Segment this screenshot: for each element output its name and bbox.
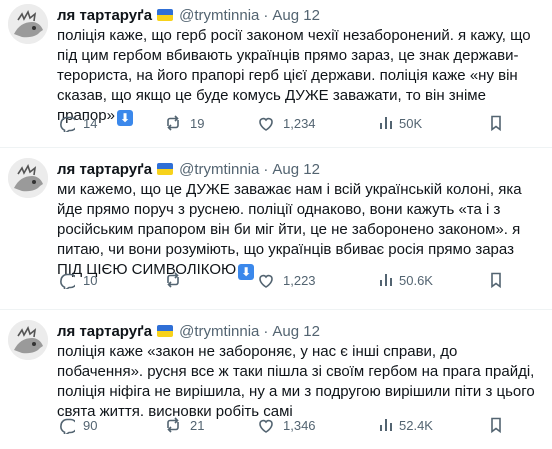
reply-icon xyxy=(60,418,75,434)
tweet[interactable]: ля тартаруґа @trymtinnia · Aug 12 поліці… xyxy=(0,310,552,449)
retweet-icon xyxy=(167,115,179,131)
display-name[interactable]: ля тартаруґа xyxy=(57,323,152,340)
user-handle[interactable]: @trymtinnia xyxy=(179,7,259,24)
tweet-body: поліція каже «закон не забороняє, у нас … xyxy=(57,342,537,422)
bookmark-icon xyxy=(491,115,501,131)
like-count: 1,234 xyxy=(283,115,316,131)
like-count: 1,346 xyxy=(283,417,316,433)
retweet-button[interactable] xyxy=(164,271,257,289)
retweet-button[interactable]: 19 xyxy=(164,114,257,132)
like-icon xyxy=(259,419,273,433)
reply-button[interactable]: 90 xyxy=(57,416,164,434)
separator-dot: · xyxy=(263,322,269,340)
reply-icon xyxy=(60,273,75,289)
tweet-date[interactable]: Aug 12 xyxy=(272,161,320,178)
tweet[interactable]: ля тартаруґа @trymtinnia · Aug 12 поліці… xyxy=(0,0,552,148)
ukraine-flag-emoji xyxy=(157,163,174,175)
tweet-actions: 14 19 1,234 50K xyxy=(57,114,511,132)
like-button[interactable]: 1,234 xyxy=(257,114,377,132)
tweet-date[interactable]: Aug 12 xyxy=(272,7,320,24)
ukraine-flag-emoji xyxy=(157,9,174,21)
reply-count: 90 xyxy=(83,417,98,433)
display-name[interactable]: ля тартаруґа xyxy=(57,7,152,24)
display-name[interactable]: ля тартаруґа xyxy=(57,161,152,178)
tweet-date[interactable]: Aug 12 xyxy=(272,323,320,340)
views-button[interactable]: 50K xyxy=(377,114,487,132)
views-icon xyxy=(380,116,392,130)
ukraine-flag-emoji xyxy=(157,325,174,337)
separator-dot: · xyxy=(263,6,269,24)
views-button[interactable]: 52.4K xyxy=(377,416,487,434)
like-button[interactable]: 1,346 xyxy=(257,416,377,434)
bookmark-icon xyxy=(491,417,501,433)
separator-dot: · xyxy=(263,160,269,178)
user-handle[interactable]: @trymtinnia xyxy=(179,323,259,340)
like-count: 1,223 xyxy=(283,272,316,288)
retweet-count: 19 xyxy=(190,115,205,131)
tweet-text: поліція каже «закон не забороняє, у нас … xyxy=(57,343,535,420)
views-icon xyxy=(380,273,392,287)
bookmark-icon xyxy=(491,272,501,288)
reply-icon xyxy=(60,116,75,132)
retweet-count: 21 xyxy=(190,417,205,433)
retweet-icon xyxy=(167,272,179,288)
tweet-actions: 90 21 1,346 52.4K xyxy=(57,416,511,434)
avatar[interactable] xyxy=(8,4,48,44)
views-icon xyxy=(380,418,392,432)
tweet-text: ми кажемо, що це ДУЖЕ заважає нам і всій… xyxy=(57,181,522,278)
tweet-actions: 10 1,223 50.6K xyxy=(57,271,511,289)
reply-count: 10 xyxy=(83,272,98,288)
tweet-body: ми кажемо, що це ДУЖЕ заважає нам і всій… xyxy=(57,180,537,280)
reply-button[interactable]: 14 xyxy=(57,114,164,132)
tweet[interactable]: ля тартаруґа @trymtinnia · Aug 12 ми каж… xyxy=(0,148,552,310)
like-icon xyxy=(259,274,273,288)
bookmark-button[interactable] xyxy=(487,114,511,132)
tweet-body: поліція каже, що герб росії законом чехі… xyxy=(57,26,537,126)
avatar[interactable] xyxy=(8,320,48,360)
user-handle[interactable]: @trymtinnia xyxy=(179,161,259,178)
retweet-icon xyxy=(167,417,179,433)
like-button[interactable]: 1,223 xyxy=(257,271,377,289)
view-count: 50.6K xyxy=(399,272,433,288)
avatar[interactable] xyxy=(8,158,48,198)
reply-button[interactable]: 10 xyxy=(57,271,164,289)
reply-count: 14 xyxy=(83,115,98,131)
bookmark-button[interactable] xyxy=(487,416,511,434)
bookmark-button[interactable] xyxy=(487,271,511,289)
view-count: 52.4K xyxy=(399,417,433,433)
view-count: 50K xyxy=(399,115,423,131)
like-icon xyxy=(259,117,273,131)
retweet-button[interactable]: 21 xyxy=(164,416,257,434)
views-button[interactable]: 50.6K xyxy=(377,271,487,289)
